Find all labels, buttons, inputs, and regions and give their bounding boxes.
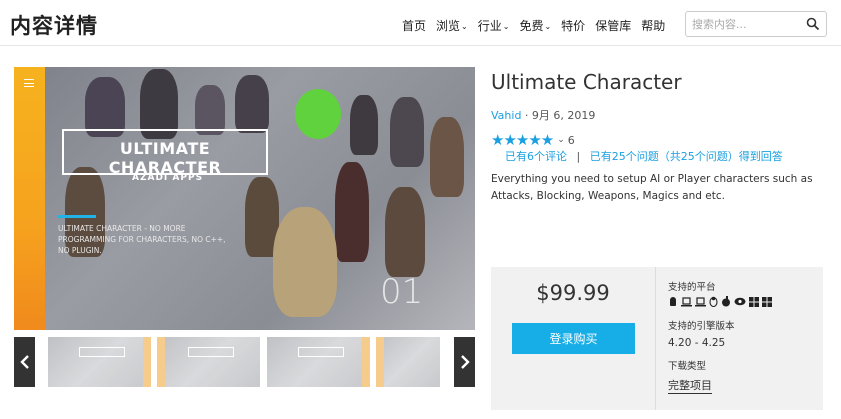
chevron-right-icon[interactable] [460,354,470,370]
nav-help-label[interactable]: 帮助 [641,19,665,33]
nav-industry[interactable]: 行业⌄ [478,17,510,34]
engine-version-label: 支持的引擎版本 [668,321,735,332]
download-type-label: 下载类型 [668,361,707,372]
chevron-down-icon[interactable]: ⌄ [503,22,510,31]
purchase-panel: $99.99 登录购买 支持的平台 支持的引擎版本 4.20 - 4.25 下载… [491,267,823,410]
page-header: 内容详情 首页 浏览⌄ 行业⌄ 免费⌄ 特价 保管库 帮助 [0,0,841,46]
nav-browse-label[interactable]: 浏览 [436,19,460,33]
thumb-prev-button[interactable] [14,337,35,387]
platforms-label: 支持的平台 [668,282,716,293]
download-type-link[interactable]: 完整项目 [668,377,712,394]
thumbnail[interactable] [157,337,260,387]
nav-help[interactable]: 帮助 [641,17,665,34]
thumbnail[interactable] [48,337,151,387]
overlay-title: ULTIMATE CHARACTER [108,139,222,177]
login-to-buy-button[interactable]: 登录购买 [512,323,635,354]
product-description: Everything you need to setup AI or Playe… [491,173,813,202]
menu-icon [24,79,34,87]
main-nav: 首页 浏览⌄ 行业⌄ 免费⌄ 特价 保管库 帮助 [402,17,675,34]
chevron-down-icon[interactable]: ⌄ [557,135,565,145]
star-rating[interactable]: ★★★★★ [491,131,554,149]
chevron-down-icon[interactable]: ⌄ [544,22,551,31]
overlay-title-frame: ULTIMATE CHARACTER [62,129,268,177]
questions-link[interactable]: 已有25个问题（共25个问题）得到回答 [590,150,783,163]
price: $99.99 [536,281,610,305]
rating-count: 6 [567,133,575,147]
thumb-next-button[interactable] [454,337,475,387]
apple-icon [722,296,730,307]
nav-browse[interactable]: 浏览⌄ [436,17,468,34]
search-icon[interactable] [806,17,820,31]
panel-divider [655,267,656,410]
overlay-tagline: ULTIMATE CHARACTER - NO MORE PROGRAMMING… [58,224,226,255]
search-input[interactable] [686,12,796,36]
overlay-subtitle: AZADI APPS [132,173,204,183]
publish-date: 9月 6, 2019 [531,109,596,122]
vr-eye-icon [734,297,746,306]
nav-home[interactable]: 首页 [402,17,426,34]
linux-icon [709,296,718,307]
gallery-main-image[interactable]: ULTIMATE CHARACTER AZADI APPS ULTIMATE C… [14,67,475,330]
author-line: Vahid · 9月 6, 2019 [491,107,595,123]
chevron-down-icon[interactable]: ⌄ [461,22,468,31]
link-separator: | [576,150,581,163]
nav-home-label[interactable]: 首页 [402,19,426,33]
platform-icons [668,296,772,307]
review-links: 已有6个评论 | 已有25个问题（共25个问题）得到回答 [505,148,783,164]
android-icon [670,296,676,306]
windows-icon [749,296,759,307]
nav-sale-label[interactable]: 特价 [561,19,585,33]
author-link[interactable]: Vahid [491,109,521,122]
gallery-thumbnails [14,337,475,387]
nav-industry-label[interactable]: 行业 [478,19,502,33]
thumbnail[interactable] [376,337,440,387]
search-box[interactable] [685,11,827,37]
nav-free[interactable]: 免费⌄ [519,17,551,34]
overlay-accent-bar [58,215,96,218]
laptop-icon [695,296,706,306]
nav-sale[interactable]: 特价 [561,17,585,34]
nav-vault-label[interactable]: 保管库 [595,19,631,33]
rating-row[interactable]: ★★★★★ ⌄ 6 [491,131,575,149]
nav-vault[interactable]: 保管库 [595,17,631,34]
thumbnail[interactable] [267,337,370,387]
reviews-link[interactable]: 已有6个评论 [505,150,567,163]
laptop-icon [681,296,692,306]
slide-number: 01 [380,272,424,312]
date-separator: · [524,109,532,122]
chevron-left-icon[interactable] [19,354,30,370]
product-title: Ultimate Character [491,70,682,94]
windows-icon [762,296,772,307]
gallery-side-bar [14,67,45,330]
engine-version-value: 4.20 - 4.25 [668,337,726,349]
page-title: 内容详情 [10,14,98,38]
nav-free-label[interactable]: 免费 [519,19,543,33]
